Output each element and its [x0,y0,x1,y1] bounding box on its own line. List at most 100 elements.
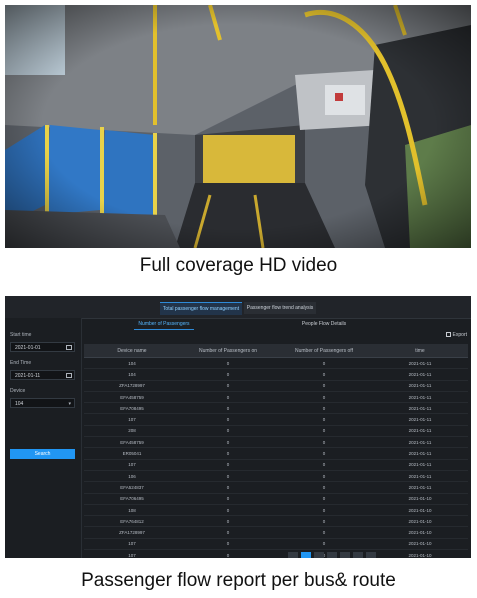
calendar-icon[interactable] [66,345,72,350]
filter-panel: Start time 2021-01-01 End Time 2021-01-1… [5,318,82,558]
table-cell: EFA458759 [84,391,180,404]
tab-passenger-flow-trend[interactable]: Passenger flow trend analysis [244,302,316,314]
page-button[interactable] [327,552,337,558]
table-cell: 0 [276,515,372,528]
table-cell: 0 [276,538,372,551]
page-button[interactable] [340,552,350,558]
table-cell: 0 [276,459,372,471]
table-cell: 2021-01-10 [372,549,468,558]
top-tab-bar: Total passenger flow management Passenge… [5,296,471,319]
table-cell: 2021-01-11 [372,425,468,438]
table-row[interactable]: 106 0 0 2021-01-11 [84,470,468,483]
table-cell: 0 [276,391,372,404]
device-select[interactable]: 104 ▾ [10,398,75,408]
table-cell: 0 [276,402,372,415]
table-row[interactable]: EFA524837 0 0 2021-01-11 [84,481,468,494]
table-cell: 0 [180,481,276,494]
table-cell: 0 [180,526,276,539]
table-cell: 0 [180,391,276,404]
table-row[interactable]: 107 0 0 2021-01-11 [84,459,468,471]
chevron-down-icon: ▾ [68,401,71,407]
table-cell: 107 [84,549,180,558]
table-cell: 0 [180,447,276,460]
table-row[interactable]: 104 0 0 2021-01-11 [84,357,468,370]
report-caption: Passenger flow report per bus& route [81,570,396,591]
end-time-input[interactable]: 2021-01-11 [10,370,75,380]
table-cell: 2021-01-11 [372,481,468,494]
sub-tab-bar: Number of Passengers People Flow Details [82,318,471,330]
table-cell: 0 [276,504,372,517]
table-row[interactable]: EFA764812 0 0 2021-01-10 [84,515,468,528]
passenger-flow-app: Total passenger flow management Passenge… [5,296,471,558]
table-cell: 107 [84,459,180,471]
header-time[interactable]: time [372,344,468,358]
table-cell: 0 [180,368,276,381]
header-device-name[interactable]: Device name [84,344,180,358]
table-cell: 2021-01-11 [372,413,468,426]
header-passengers-off[interactable]: Number of Passengers off [276,344,372,358]
table-cell: EFA706495 [84,493,180,505]
table-row[interactable]: 107002021-01-10 [84,538,468,551]
export-label: Export [452,332,467,338]
table-cell: 2021-01-11 [372,357,468,370]
passenger-table: Device name Number of Passengers on Numb… [84,344,468,558]
end-time-label: End Time [10,360,32,366]
header-passengers-on[interactable]: Number of Passengers on [180,344,276,358]
search-button[interactable]: Search [10,449,75,459]
page-button[interactable] [314,552,324,558]
table-cell: 107 [84,538,180,551]
start-time-label: Start time [10,332,32,338]
table-row[interactable]: EFA458759 0 0 2021-01-11 [84,391,468,404]
table-row[interactable]: 107 0 0 2021-01-11 [84,413,468,426]
table-cell: 2021-01-11 [372,436,468,449]
calendar-icon[interactable] [66,373,72,378]
table-cell: 0 [180,357,276,370]
video-caption: Full coverage HD video [139,255,338,276]
table-row[interactable]: 208 0 0 2021-01-11 [84,425,468,438]
table-cell: 2021-01-10 [372,538,468,551]
table-row[interactable]: ZFA1728997 0 0 2021-01-10 [84,526,468,539]
table-row[interactable]: EFA458759 0 0 2021-01-11 [84,436,468,449]
table-cell: 2021-01-11 [372,391,468,404]
table-cell: ZFA1728997 [84,380,180,392]
table-cell: 104 [84,357,180,370]
table-row[interactable]: EFA706495 0 0 2021-01-10 [84,493,468,505]
table-cell: 0 [180,470,276,483]
table-cell: 0 [180,436,276,449]
page-button[interactable] [288,552,298,558]
table-row[interactable]: 107002021-01-10 [84,549,468,558]
table-row[interactable]: ZFA1728997 0 0 2021-01-11 [84,380,468,392]
table-cell: 0 [276,368,372,381]
page-button[interactable] [353,552,363,558]
table-row[interactable]: EFA708495 0 0 2021-01-11 [84,402,468,415]
table-row[interactable]: 104 0 0 2021-01-11 [84,368,468,381]
device-label: Device [10,388,26,394]
table-cell: 0 [276,425,372,438]
page-button[interactable] [301,552,311,558]
tab-people-flow-details[interactable]: People Flow Details [294,320,354,329]
export-button[interactable]: Export [445,332,467,338]
table-cell: EFA458759 [84,436,180,449]
table-cell: 2021-01-11 [372,459,468,471]
table-cell: 2021-01-10 [372,515,468,528]
table-cell: 2021-01-11 [372,447,468,460]
table-cell: 0 [180,538,276,551]
table-cell: 2021-01-11 [372,380,468,392]
tab-number-of-passengers[interactable]: Number of Passengers [134,320,194,330]
table-row[interactable]: 108 0 0 2021-01-10 [84,504,468,517]
tab-total-passenger-flow[interactable]: Total passenger flow management [160,302,242,315]
device-value: 104 [15,401,24,407]
start-time-input[interactable]: 2021-01-01 [10,342,75,352]
table-cell: 0 [180,402,276,415]
table-cell: 106 [84,470,180,483]
table-cell: EFA524837 [84,481,180,494]
table-row[interactable]: ER05041 0 0 2021-01-11 [84,447,468,460]
table-cell: 104 [84,368,180,381]
table-cell: 0 [276,526,372,539]
table-cell: 0 [180,515,276,528]
end-time-value: 2021-01-11 [15,373,41,379]
page-button[interactable] [366,552,376,558]
table-cell: 0 [276,413,372,426]
table-cell: 0 [180,459,276,471]
table-cell: 0 [276,447,372,460]
